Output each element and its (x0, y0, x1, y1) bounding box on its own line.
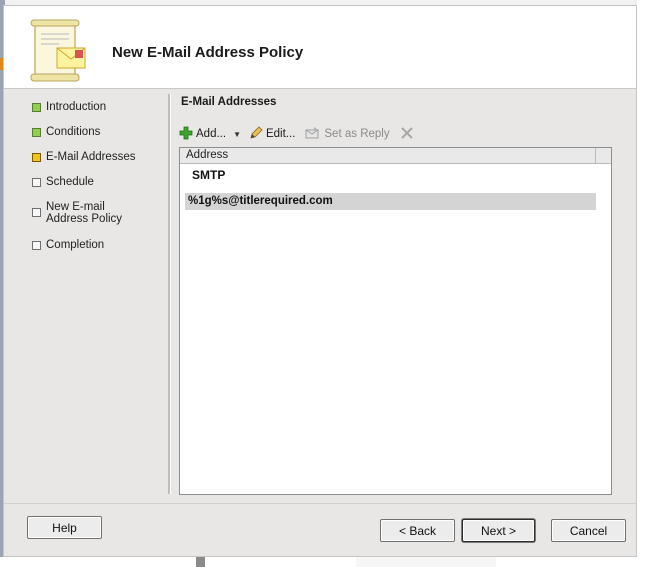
mail-reply-icon (305, 126, 321, 143)
delete-x-icon (400, 126, 414, 143)
set-as-reply-button[interactable]: Set as Reply (305, 126, 390, 143)
wizard-dialog: New E-Mail Address Policy Introduction C… (3, 5, 637, 557)
dialog-title: New E-Mail Address Policy (112, 44, 304, 61)
footer-divider (4, 503, 636, 504)
background-window-right (637, 0, 646, 567)
next-button[interactable]: Next > (462, 519, 535, 542)
edit-button[interactable]: Edit... (249, 125, 296, 143)
background-bar (196, 557, 205, 567)
step-email-addresses[interactable]: E-Mail Addresses (32, 151, 135, 163)
add-button[interactable]: Add... ▼ (179, 126, 241, 143)
step-label: Introduction (46, 101, 107, 113)
address-toolbar: Add... ▼ Edit... Set as Reply (179, 125, 414, 143)
background-window-bottom (0, 557, 646, 567)
group-header-smtp: SMTP (192, 168, 226, 182)
scroll-mail-icon (29, 18, 89, 84)
step-label: E-Mail Addresses (46, 151, 136, 163)
wizard-header: New E-Mail Address Policy (4, 6, 636, 88)
set-as-reply-label: Set as Reply (324, 128, 390, 140)
step-label: Conditions (46, 126, 101, 138)
step-pending-icon (32, 208, 41, 217)
edit-label: Edit... (265, 128, 296, 140)
step-current-icon (32, 153, 41, 162)
column-header-address[interactable]: Address (180, 148, 596, 164)
step-label: Completion (46, 239, 105, 251)
step-completion[interactable]: Completion (32, 239, 104, 251)
column-header-label: Address (186, 149, 229, 161)
list-item[interactable]: %1g%s@titlerequired.com (185, 193, 596, 210)
steps-divider (168, 94, 171, 494)
help-button[interactable]: Help (27, 516, 102, 539)
step-conditions[interactable]: Conditions (32, 126, 100, 138)
background-block (356, 557, 496, 567)
remove-button[interactable] (400, 126, 414, 143)
cancel-button[interactable]: Cancel (551, 519, 626, 542)
header-divider (4, 88, 636, 89)
step-pending-icon (32, 241, 41, 250)
plus-icon (179, 126, 193, 143)
pencil-icon (249, 125, 263, 143)
step-pending-icon (32, 178, 41, 187)
step-new-email-address-policy[interactable]: New E-mail Address Policy (32, 201, 146, 225)
step-label: New E-mail Address Policy (46, 201, 123, 225)
dropdown-arrow-icon[interactable]: ▼ (233, 130, 241, 139)
section-title: E-Mail Addresses (181, 96, 277, 108)
step-done-icon (32, 103, 41, 112)
step-label: Schedule (46, 176, 94, 188)
add-label: Add... (196, 128, 227, 140)
column-header-filler (596, 148, 611, 164)
step-introduction[interactable]: Introduction (32, 101, 106, 113)
step-done-icon (32, 128, 41, 137)
step-schedule[interactable]: Schedule (32, 176, 94, 188)
address-list[interactable]: Address SMTP %1g%s@titlerequired.com (179, 147, 612, 495)
address-text: %1g%s@titlerequired.com (188, 195, 333, 207)
back-button[interactable]: < Back (380, 519, 455, 542)
